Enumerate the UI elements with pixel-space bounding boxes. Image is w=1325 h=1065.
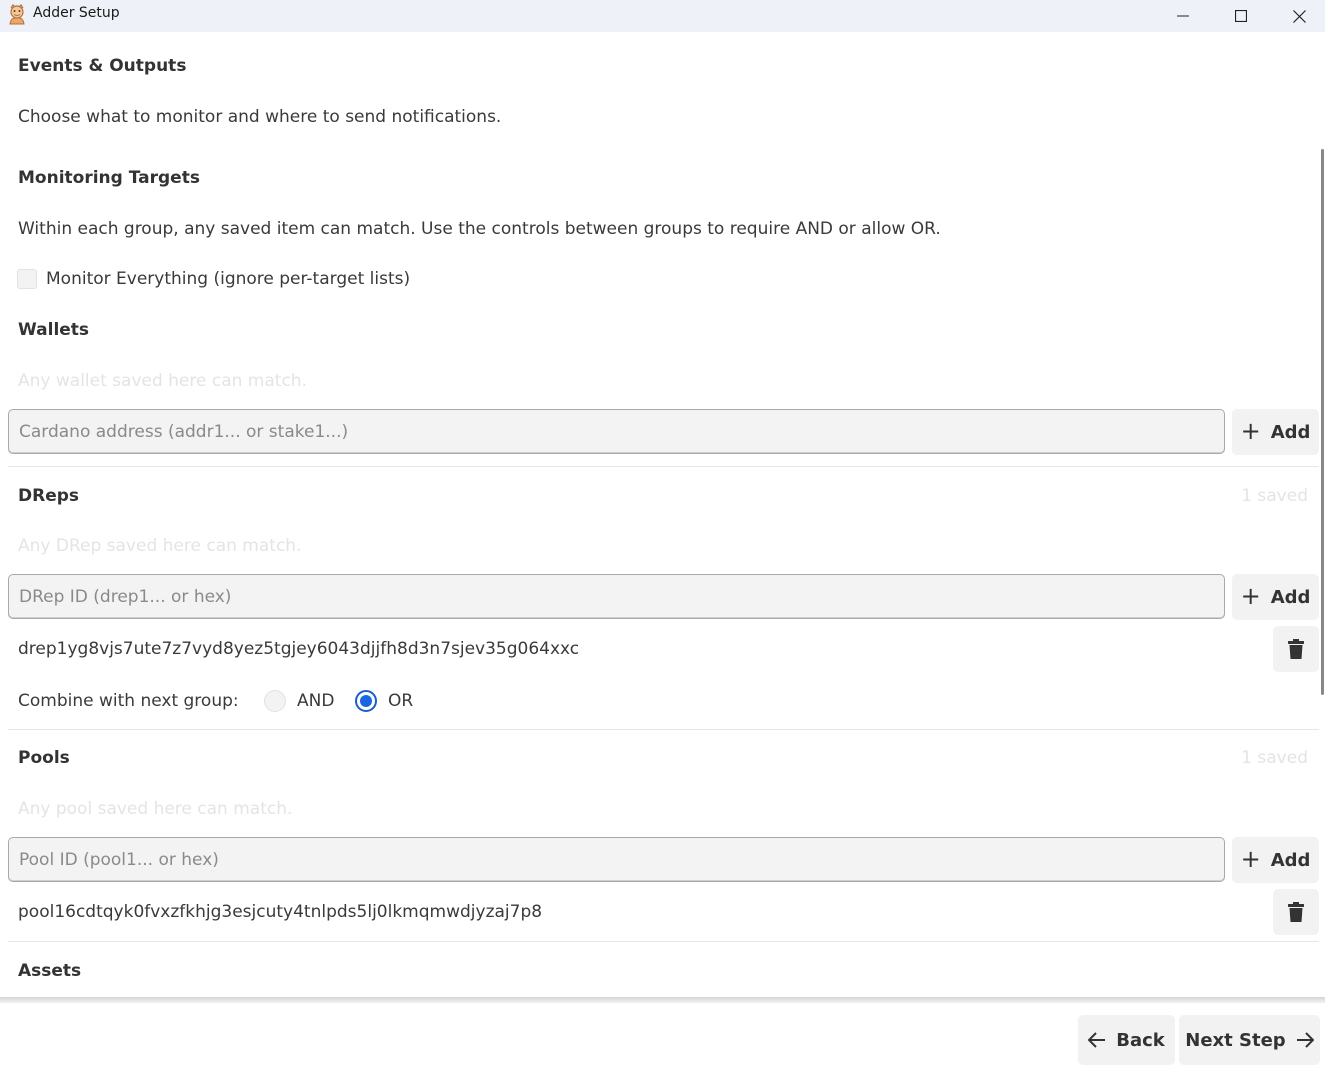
next-step-button[interactable]: Next Step (1179, 1015, 1320, 1065)
window-title: Adder Setup (33, 5, 120, 21)
adder-logo-icon (9, 4, 25, 25)
combine-and-radio[interactable] (264, 690, 286, 712)
add-drep-label: Add (1270, 586, 1311, 608)
title-bar: Adder Setup (0, 0, 1325, 32)
dreps-divider (8, 729, 1319, 730)
footer-bar: Back Next Step (0, 1003, 1325, 1065)
scrollbar-thumb[interactable] (1321, 149, 1324, 695)
drep-list-item: drep1yg8vjs7ute7z7vyd8yez5tgjey6043djjfh… (18, 639, 580, 659)
add-pool-label: Add (1270, 849, 1311, 871)
monitor-everything-checkbox[interactable] (17, 269, 37, 289)
combine-and-label[interactable]: AND (297, 691, 334, 711)
trash-icon (1288, 639, 1304, 659)
page-title: Events & Outputs (18, 56, 187, 76)
settings-content[interactable]: Events & Outputs Choose what to monitor … (0, 32, 1325, 997)
plus-icon: + (1240, 582, 1261, 610)
plus-icon: + (1240, 417, 1261, 445)
minimize-button[interactable] (1154, 0, 1212, 32)
combine-or-label[interactable]: OR (388, 691, 413, 711)
wallets-divider (8, 466, 1319, 467)
add-drep-button[interactable]: + Add (1232, 574, 1319, 620)
pools-heading: Pools (18, 748, 70, 768)
arrow-left-icon (1088, 1032, 1106, 1048)
delete-drep-button[interactable] (1273, 626, 1319, 672)
monitor-everything-label[interactable]: Monitor Everything (ignore per-target li… (46, 269, 410, 289)
plus-icon: + (1240, 845, 1261, 873)
delete-pool-button[interactable] (1273, 889, 1319, 935)
combine-or-radio[interactable] (355, 690, 377, 712)
add-wallet-label: Add (1270, 421, 1311, 443)
wallet-address-input[interactable] (8, 409, 1225, 454)
wallets-heading: Wallets (18, 320, 90, 340)
pool-id-input[interactable] (8, 837, 1225, 882)
maximize-icon (1235, 10, 1247, 22)
add-wallet-button[interactable]: + Add (1232, 409, 1319, 455)
monitoring-description: Within each group, any saved item can ma… (18, 219, 941, 239)
combine-label: Combine with next group: (18, 691, 239, 711)
pool-list-item: pool16cdtqyk0fvxzfkhjg3esjcuty4tnlpds5lj… (18, 902, 543, 922)
back-label: Back (1116, 1029, 1165, 1051)
dreps-hint: Any DRep saved here can match. (18, 536, 302, 556)
dreps-saved-count: 1 saved (1241, 486, 1308, 506)
pools-hint: Any pool saved here can match. (18, 799, 293, 819)
drep-id-input[interactable] (8, 574, 1225, 619)
monitoring-heading: Monitoring Targets (18, 168, 200, 188)
close-icon (1292, 9, 1306, 23)
trash-icon (1288, 902, 1304, 922)
assets-heading: Assets (18, 961, 82, 981)
wallets-hint: Any wallet saved here can match. (18, 371, 307, 391)
page-subtitle: Choose what to monitor and where to send… (18, 107, 502, 127)
arrow-right-icon (1296, 1032, 1314, 1048)
pools-saved-count: 1 saved (1241, 748, 1308, 768)
dreps-heading: DReps (18, 486, 80, 506)
pools-divider (8, 941, 1319, 942)
add-pool-button[interactable]: + Add (1232, 837, 1319, 883)
minimize-icon (1177, 15, 1189, 17)
next-step-label: Next Step (1185, 1029, 1286, 1051)
close-button[interactable] (1270, 0, 1325, 32)
back-button[interactable]: Back (1078, 1015, 1175, 1065)
maximize-button[interactable] (1212, 0, 1270, 32)
